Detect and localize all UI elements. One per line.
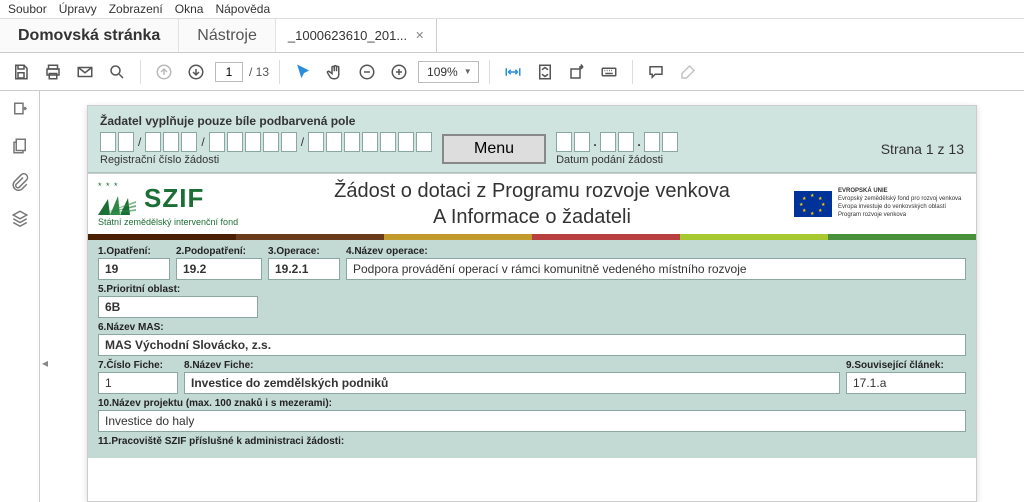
print-icon[interactable] — [40, 59, 66, 85]
menu-window[interactable]: Okna — [175, 2, 204, 16]
field-3-label: 3.Operace: — [268, 246, 340, 257]
eu-line-1: EVROPSKÁ UNIE — [838, 188, 961, 196]
eu-line-3: Evropa investuje do venkovských oblastí — [838, 204, 961, 212]
field-1-value: 19 — [98, 258, 170, 280]
field-6-value: MAS Východní Slovácko, z.s. — [98, 334, 966, 356]
tab-home[interactable]: Domovská stránka — [0, 19, 179, 52]
eu-line-4: Program rozvoje venkova — [838, 212, 961, 220]
eu-flag-icon: ★★★★★★★★ — [794, 191, 832, 217]
eu-line-2: Evropský zemědělský fond pro rozvoj venk… — [838, 196, 961, 204]
reg-number-boxes — [100, 132, 134, 152]
instruction-text: Žadatel vyplňuje pouze bíle podbarvená p… — [100, 114, 964, 128]
form-body: 1.Opatření:19 2.Podopatření:19.2 3.Opera… — [88, 240, 976, 458]
zoom-in-icon[interactable] — [386, 59, 412, 85]
page-total: / 13 — [249, 65, 269, 79]
menu-button[interactable]: Menu — [442, 134, 546, 164]
document-view[interactable]: ◂ Žadatel vyplňuje pouze bíle podbarvená… — [40, 91, 1024, 502]
highlight-icon[interactable] — [675, 59, 701, 85]
close-icon[interactable]: ✕ — [415, 29, 424, 42]
field-8-label: 8.Název Fiche: — [184, 360, 840, 371]
field-5-label: 5.Prioritní oblast: — [98, 284, 258, 295]
page-number-input[interactable] — [215, 62, 243, 82]
page-down-icon[interactable] — [183, 59, 209, 85]
color-strip — [88, 234, 976, 240]
pointer-icon[interactable] — [290, 59, 316, 85]
field-10-value[interactable]: Investice do haly — [98, 410, 966, 432]
field-9-value: 17.1.a — [846, 372, 966, 394]
fit-width-icon[interactable] — [500, 59, 526, 85]
zoom-select[interactable]: 109% ▼ — [418, 61, 479, 83]
field-10-label: 10.Název projektu (max. 100 znaků i s me… — [98, 398, 966, 409]
menu-view[interactable]: Zobrazení — [109, 2, 163, 16]
eu-block: ★★★★★★★★ EVROPSKÁ UNIE Evropský zeměděls… — [786, 174, 976, 234]
keyboard-icon[interactable] — [596, 59, 622, 85]
tab-tools[interactable]: Nástroje — [179, 19, 276, 52]
field-3-value: 19.2.1 — [268, 258, 340, 280]
toolbar: / 13 109% ▼ — [0, 53, 1024, 91]
field-11-label: 11.Pracoviště SZIF příslušné k administr… — [98, 436, 966, 447]
reg-number-label: Registrační číslo žádosti — [100, 154, 432, 166]
title-line-2: A Informace o žadateli — [433, 204, 631, 230]
szif-text: SZIF — [144, 185, 204, 211]
workarea: ◂ Žadatel vyplňuje pouze bíle podbarvená… — [0, 91, 1024, 502]
title-band: * * * — [88, 173, 976, 234]
tab-document-label: _1000623610_201... — [288, 28, 407, 43]
chevron-down-icon: ▼ — [464, 67, 472, 76]
zoom-out-icon[interactable] — [354, 59, 380, 85]
menu-file[interactable]: Soubor — [8, 2, 47, 16]
fit-page-icon[interactable] — [532, 59, 558, 85]
zoom-value: 109% — [427, 65, 458, 79]
menu-help[interactable]: Nápověda — [215, 2, 270, 16]
attachment-icon[interactable] — [7, 169, 33, 195]
export-icon[interactable] — [7, 97, 33, 123]
field-7-label: 7.Číslo Fiche: — [98, 360, 178, 371]
page-up-icon[interactable] — [151, 59, 177, 85]
sidebar — [0, 91, 40, 502]
field-4-label: 4.Název operace: — [346, 246, 966, 257]
page-indicator: Strana 1 z 13 — [881, 141, 964, 157]
szif-subtitle: Státní zemědělský intervenční fond — [98, 217, 268, 227]
field-2-label: 2.Podopatření: — [176, 246, 262, 257]
szif-logo: * * * — [88, 174, 278, 234]
field-7-value: 1 — [98, 372, 178, 394]
field-2-value: 19.2 — [176, 258, 262, 280]
search-icon[interactable] — [104, 59, 130, 85]
field-4-value: Podpora provádění operací v rámci komuni… — [346, 258, 966, 280]
hand-icon[interactable] — [322, 59, 348, 85]
layers-icon[interactable] — [7, 205, 33, 231]
pages-icon[interactable] — [7, 133, 33, 159]
pdf-page: Žadatel vyplňuje pouze bíle podbarvená p… — [87, 105, 977, 502]
tab-document[interactable]: _1000623610_201... ✕ — [276, 19, 438, 52]
menubar: Soubor Úpravy Zobrazení Okna Nápověda — [0, 0, 1024, 19]
title-line-1: Žádost o dotaci z Programu rozvoje venko… — [334, 178, 730, 204]
sidebar-collapse-handle[interactable]: ◂ — [40, 351, 50, 375]
menu-edit[interactable]: Úpravy — [59, 2, 97, 16]
date-label: Datum podání žádosti — [556, 154, 678, 166]
rotate-icon[interactable] — [564, 59, 590, 85]
field-5-value: 6B — [98, 296, 258, 318]
field-8-value: Investice do zemdělských podniků — [184, 372, 840, 394]
tabbar: Domovská stránka Nástroje _1000623610_20… — [0, 19, 1024, 53]
form-title: Žádost o dotaci z Programu rozvoje venko… — [278, 174, 786, 234]
field-1-label: 1.Opatření: — [98, 246, 170, 257]
field-9-label: 9.Související článek: — [846, 360, 966, 371]
date-boxes: .. — [556, 132, 678, 152]
field-6-label: 6.Název MAS: — [98, 322, 966, 333]
form-header: Žadatel vyplňuje pouze bíle podbarvená p… — [88, 106, 976, 173]
save-icon[interactable] — [8, 59, 34, 85]
comment-icon[interactable] — [643, 59, 669, 85]
mail-icon[interactable] — [72, 59, 98, 85]
